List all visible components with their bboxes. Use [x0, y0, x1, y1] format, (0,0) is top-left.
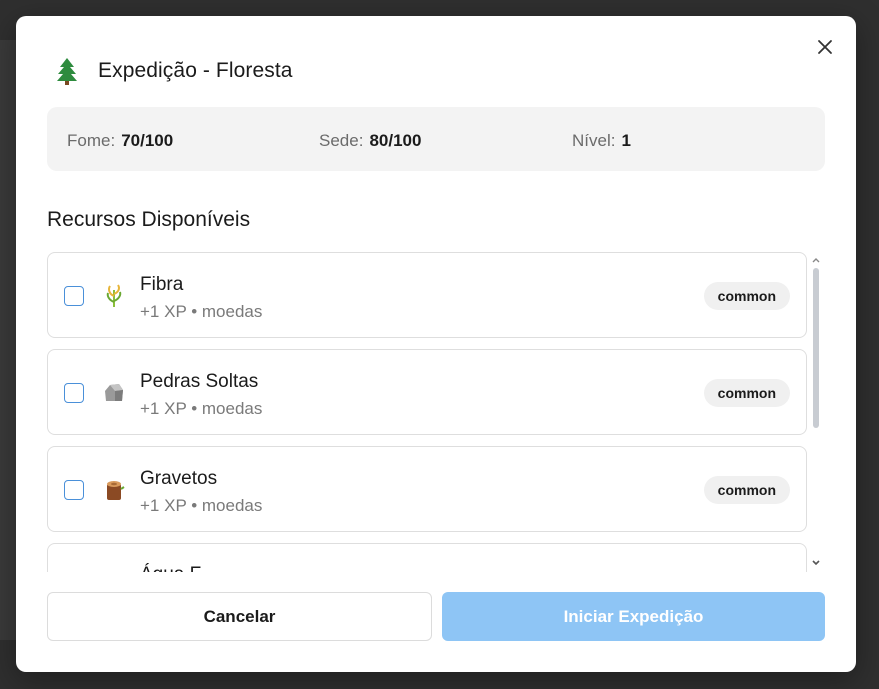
wood-log-icon — [107, 481, 125, 500]
resource-name: Gravetos — [140, 468, 218, 489]
resource-card-fibra[interactable]: Fibra +1 XP • moedas common — [47, 252, 807, 338]
resources-list[interactable]: Fibra +1 XP • moedas common Pedras Solta… — [47, 252, 807, 572]
cancel-button[interactable]: Cancelar — [47, 592, 432, 641]
resource-card-partial[interactable]: Água F — [47, 543, 807, 572]
rarity-badge: common — [703, 476, 790, 504]
rarity-badge: common — [703, 282, 790, 310]
resource-meta: +1 XP • moedas — [140, 496, 263, 515]
resource-card-pedras-soltas[interactable]: Pedras Soltas +1 XP • moedas common — [47, 349, 807, 435]
scroll-down-arrow-icon[interactable] — [811, 559, 821, 567]
resource-checkbox[interactable] — [64, 286, 84, 306]
stat-sede: Sede: 80/100 — [319, 131, 421, 151]
scroll-up-arrow-icon[interactable] — [811, 256, 821, 264]
stat-nivel-value: 1 — [621, 131, 631, 150]
rarity-badge: common — [703, 379, 790, 407]
stat-sede-value: 80/100 — [369, 131, 422, 150]
resources-title: Recursos Disponíveis — [47, 208, 251, 231]
start-expedition-button[interactable]: Iniciar Expedição — [442, 592, 825, 641]
stat-nivel-label: Nível: — [572, 131, 616, 150]
stat-fome-value: 70/100 — [121, 131, 174, 150]
resource-name: Pedras Soltas — [140, 371, 259, 392]
stat-fome-label: Fome: — [67, 131, 116, 150]
stat-nivel: Nível: 1 — [572, 131, 631, 151]
resource-meta: +1 XP • moedas — [140, 399, 263, 418]
resource-name: Água F — [140, 564, 201, 572]
pine-tree-icon — [57, 58, 77, 85]
resource-name: Fibra — [140, 274, 184, 295]
resource-checkbox[interactable] — [64, 480, 84, 500]
stat-fome: Fome: 70/100 — [67, 131, 173, 151]
resource-meta: +1 XP • moedas — [140, 302, 263, 321]
stat-sede-label: Sede: — [319, 131, 364, 150]
expedition-modal: Expedição - Floresta Fome: 70/100 Sede: 80… — [16, 16, 856, 672]
stats-panel: Fome: 70/100 Sede: 80/100 Nível: 1 — [47, 107, 825, 171]
resource-checkbox[interactable] — [64, 383, 84, 403]
scrollbar-thumb[interactable] — [813, 268, 819, 428]
resource-card-gravetos[interactable]: Gravetos +1 XP • moedas common — [47, 446, 807, 532]
fiber-plant-icon — [106, 284, 122, 307]
modal-header: Expedição - Floresta — [56, 56, 293, 86]
close-icon[interactable] — [816, 38, 834, 56]
rock-icon — [105, 384, 123, 401]
modal-title: Expedição - Floresta — [98, 59, 293, 82]
